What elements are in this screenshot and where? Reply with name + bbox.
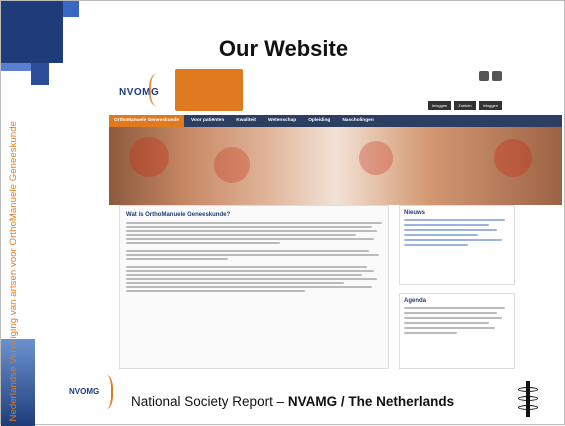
utility-links: Inloggen Zoeken Inloggen	[427, 101, 502, 110]
text-line	[126, 250, 370, 252]
pain-highlight	[359, 141, 393, 175]
main-content: Wat is OrthoManuele Geneeskunde?	[119, 205, 389, 369]
footer-prefix: National Society Report –	[131, 394, 288, 409]
news-link[interactable]	[404, 244, 468, 246]
nav-item[interactable]: Voor patiënten	[186, 115, 229, 127]
util-link[interactable]: Inloggen	[427, 101, 452, 110]
nav-item[interactable]: Opleiding	[303, 115, 335, 127]
nav-item[interactable]: OrthoManuele Geneeskunde	[109, 115, 185, 127]
news-link[interactable]	[404, 239, 502, 241]
news-box: Nieuws	[399, 205, 515, 285]
promo-banner[interactable]	[175, 69, 243, 111]
news-heading: Nieuws	[404, 210, 426, 216]
util-link[interactable]: Inloggen	[478, 101, 502, 110]
text-line	[126, 286, 372, 288]
home-icon[interactable]	[479, 71, 489, 81]
coil-shape	[518, 405, 538, 410]
slide: Nederlandse Vereniging van artsen voor O…	[0, 0, 565, 426]
deco-block	[1, 63, 31, 71]
footer-logo: NVOMG	[69, 373, 129, 413]
coil-shape	[518, 396, 538, 401]
caduceus-icon	[515, 381, 541, 417]
util-link[interactable]: Zoeken	[454, 101, 476, 110]
pain-highlight	[494, 139, 532, 177]
text-line	[126, 222, 382, 224]
pain-highlight	[214, 147, 250, 183]
nav-item[interactable]: Nascholingen	[337, 115, 378, 127]
slide-title: Our Website	[218, 36, 349, 61]
text-line	[126, 270, 375, 272]
nav-item[interactable]: Kwaliteit	[231, 115, 261, 127]
agenda-item[interactable]	[404, 332, 457, 334]
text-line	[126, 226, 372, 228]
text-line	[126, 234, 357, 236]
deco-block	[63, 1, 79, 17]
agenda-item[interactable]	[404, 322, 489, 324]
main-heading: Wat is OrthoManuele Geneeskunde?	[126, 212, 231, 218]
text-line	[126, 242, 280, 244]
text-line	[126, 238, 375, 240]
top-icons	[479, 71, 502, 81]
text-line	[126, 266, 367, 268]
pain-highlight	[129, 137, 169, 177]
vertical-society-name: Nederlandse Vereniging van artsen voor O…	[7, 120, 19, 421]
website-screenshot: NVOMG Inloggen Zoeken Inloggen OrthoManu…	[109, 63, 562, 369]
news-link[interactable]	[404, 229, 498, 231]
site-nav: OrthoManuele Geneeskunde Voor patiënten …	[109, 115, 562, 127]
text-line	[126, 254, 380, 256]
text-line	[126, 282, 344, 284]
text-line	[126, 278, 377, 280]
agenda-item[interactable]	[404, 307, 505, 309]
text-line	[126, 258, 229, 260]
agenda-box: Agenda	[399, 293, 515, 369]
hero-image	[109, 127, 562, 205]
agenda-item[interactable]	[404, 317, 502, 319]
news-link[interactable]	[404, 234, 479, 236]
mail-icon[interactable]	[492, 71, 502, 81]
agenda-item[interactable]	[404, 327, 496, 329]
news-link[interactable]	[404, 219, 505, 221]
nav-item[interactable]: Wetenschap	[263, 115, 301, 127]
logo-figure-icon	[97, 375, 113, 409]
agenda-heading: Agenda	[404, 298, 427, 304]
footer-logo-text: NVOMG	[69, 387, 100, 396]
agenda-item[interactable]	[404, 312, 498, 314]
news-link[interactable]	[404, 224, 489, 226]
footer-bold: NVAMG / The Netherlands	[287, 394, 455, 409]
text-line	[126, 290, 306, 292]
text-line	[126, 230, 377, 232]
coil-shape	[518, 387, 538, 392]
logo-figure-icon	[149, 73, 171, 107]
footer-caption: National Society Report – NVAMG / The Ne…	[131, 394, 454, 409]
text-line	[126, 274, 362, 276]
deco-block	[31, 63, 49, 85]
